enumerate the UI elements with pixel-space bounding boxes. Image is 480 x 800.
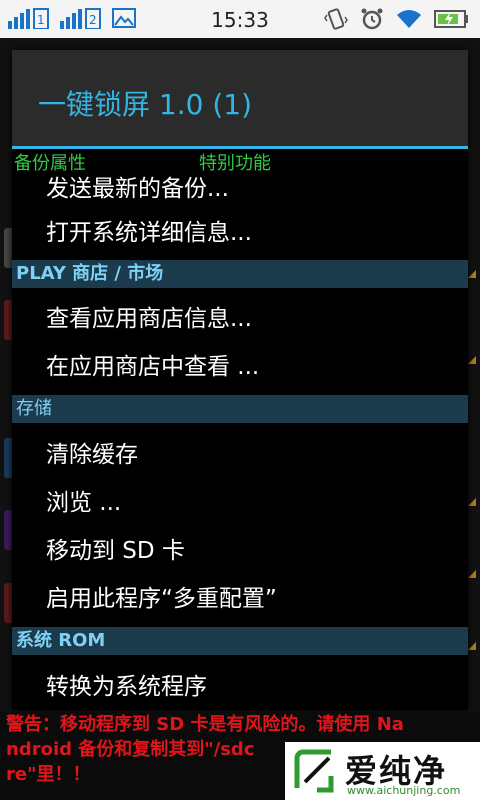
send-latest-backup-item[interactable]: 发送最新的备份... — [12, 165, 468, 213]
move-to-sd-item[interactable]: 移动到 SD 卡 — [12, 527, 468, 575]
background-marker — [468, 356, 476, 364]
alarm-icon — [360, 7, 384, 35]
background-marker — [468, 498, 476, 506]
clear-cache-item[interactable]: 清除缓存 — [12, 431, 468, 479]
background-marker — [468, 270, 476, 278]
section-play-store: PLAY 商店 / 市场 — [12, 260, 468, 288]
dialog-title-bar: 一键锁屏 1.0 (1) — [12, 50, 468, 149]
status-right-icons — [324, 7, 470, 35]
wifi-icon — [396, 8, 422, 34]
background-marker — [468, 642, 476, 650]
view-in-store-item[interactable]: 在应用商店中查看 ... — [12, 343, 468, 391]
section-system-rom: 系统 ROM — [12, 627, 468, 655]
app-options-dialog: 一键锁屏 1.0 (1) 备份属性 特别功能 发送最新的备份... 打开系统详细… — [12, 50, 468, 710]
open-system-details-item[interactable]: 打开系统详细信息... — [12, 209, 468, 257]
background-marker — [468, 570, 476, 578]
convert-to-system-app-item[interactable]: 转换为系统程序 — [12, 663, 468, 711]
section-play-store-label: PLAY 商店 / 市场 — [16, 263, 164, 284]
enable-multi-profile-item[interactable]: 启用此程序“多重配置” — [12, 575, 468, 623]
dialog-title: 一键锁屏 1.0 (1) — [38, 88, 252, 121]
watermark-url: www.aichunjing.com — [347, 784, 461, 797]
status-bar: 1 2 15:33 — [0, 0, 480, 38]
battery-charging-icon — [434, 9, 470, 33]
warning-line-1: 警告：移动程序到 SD 卡是有风险的。请使用 Na — [6, 714, 404, 735]
browse-item[interactable]: 浏览 ... — [12, 479, 468, 527]
watermark-logo-icon — [291, 748, 337, 794]
section-storage: 存储 — [12, 395, 468, 423]
section-system-rom-label: 系统 ROM — [16, 630, 106, 651]
view-store-info-item[interactable]: 查看应用商店信息... — [12, 295, 468, 343]
vibrate-icon — [324, 7, 348, 35]
watermark: 爱纯净 www.aichunjing.com — [285, 742, 480, 800]
